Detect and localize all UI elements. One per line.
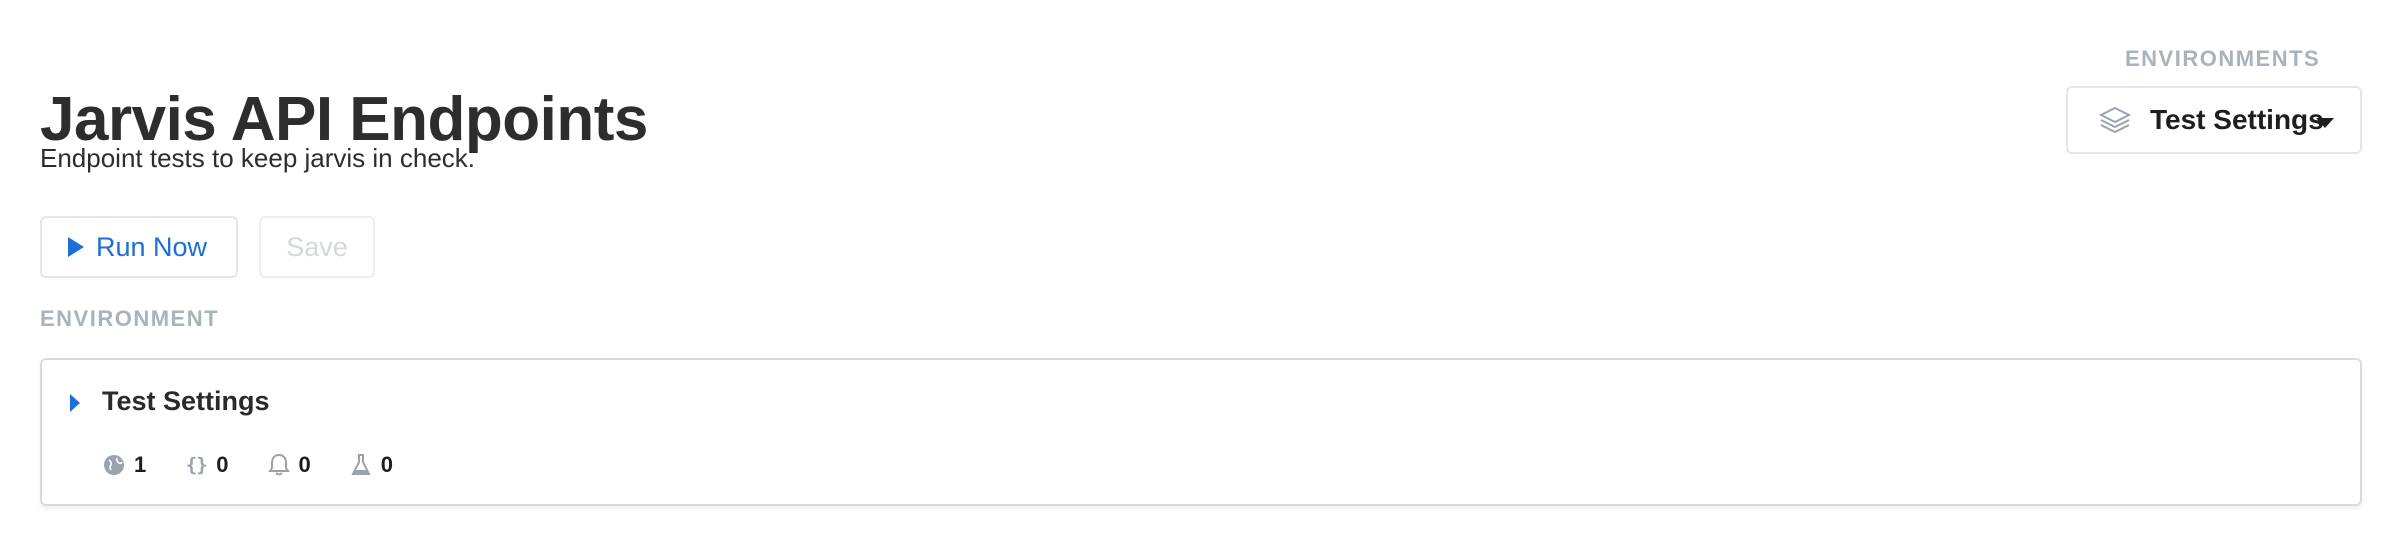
run-now-label: Run Now bbox=[96, 231, 208, 262]
expand-icon[interactable] bbox=[70, 394, 80, 412]
save-label: Save bbox=[286, 231, 348, 262]
environment-select-value: Test Settings bbox=[2150, 104, 2324, 135]
stat-bell: 0 bbox=[267, 452, 311, 478]
run-now-button[interactable]: Run Now bbox=[40, 216, 238, 278]
stat-flask-count: 0 bbox=[380, 452, 393, 477]
environment-name[interactable]: Test Settings bbox=[102, 386, 270, 417]
environment-stats: 1 {} 0 0 0 bbox=[102, 452, 431, 478]
layers-icon bbox=[2098, 106, 2132, 134]
environment-panel: Test Settings 1 {} 0 0 0 bbox=[40, 358, 2362, 506]
page-description: Endpoint tests to keep jarvis in check. bbox=[40, 143, 476, 173]
braces-icon: {} bbox=[185, 454, 208, 476]
stat-globe-count: 1 bbox=[134, 452, 147, 477]
flask-icon bbox=[349, 453, 373, 477]
bell-icon bbox=[267, 453, 291, 477]
globe-icon bbox=[102, 453, 126, 477]
environments-label: ENVIRONMENTS bbox=[2125, 46, 2321, 71]
stat-bell-count: 0 bbox=[298, 452, 311, 477]
stat-flask: 0 bbox=[349, 452, 393, 478]
stat-braces: {} 0 bbox=[184, 452, 229, 478]
chevron-down-icon bbox=[2316, 118, 2334, 128]
environment-section-label: ENVIRONMENT bbox=[40, 306, 220, 331]
environment-select[interactable]: Test Settings bbox=[2066, 86, 2362, 154]
stat-globe: 1 bbox=[102, 452, 146, 478]
stat-braces-count: 0 bbox=[216, 452, 229, 477]
play-icon bbox=[68, 237, 84, 257]
save-button[interactable]: Save bbox=[259, 216, 375, 278]
